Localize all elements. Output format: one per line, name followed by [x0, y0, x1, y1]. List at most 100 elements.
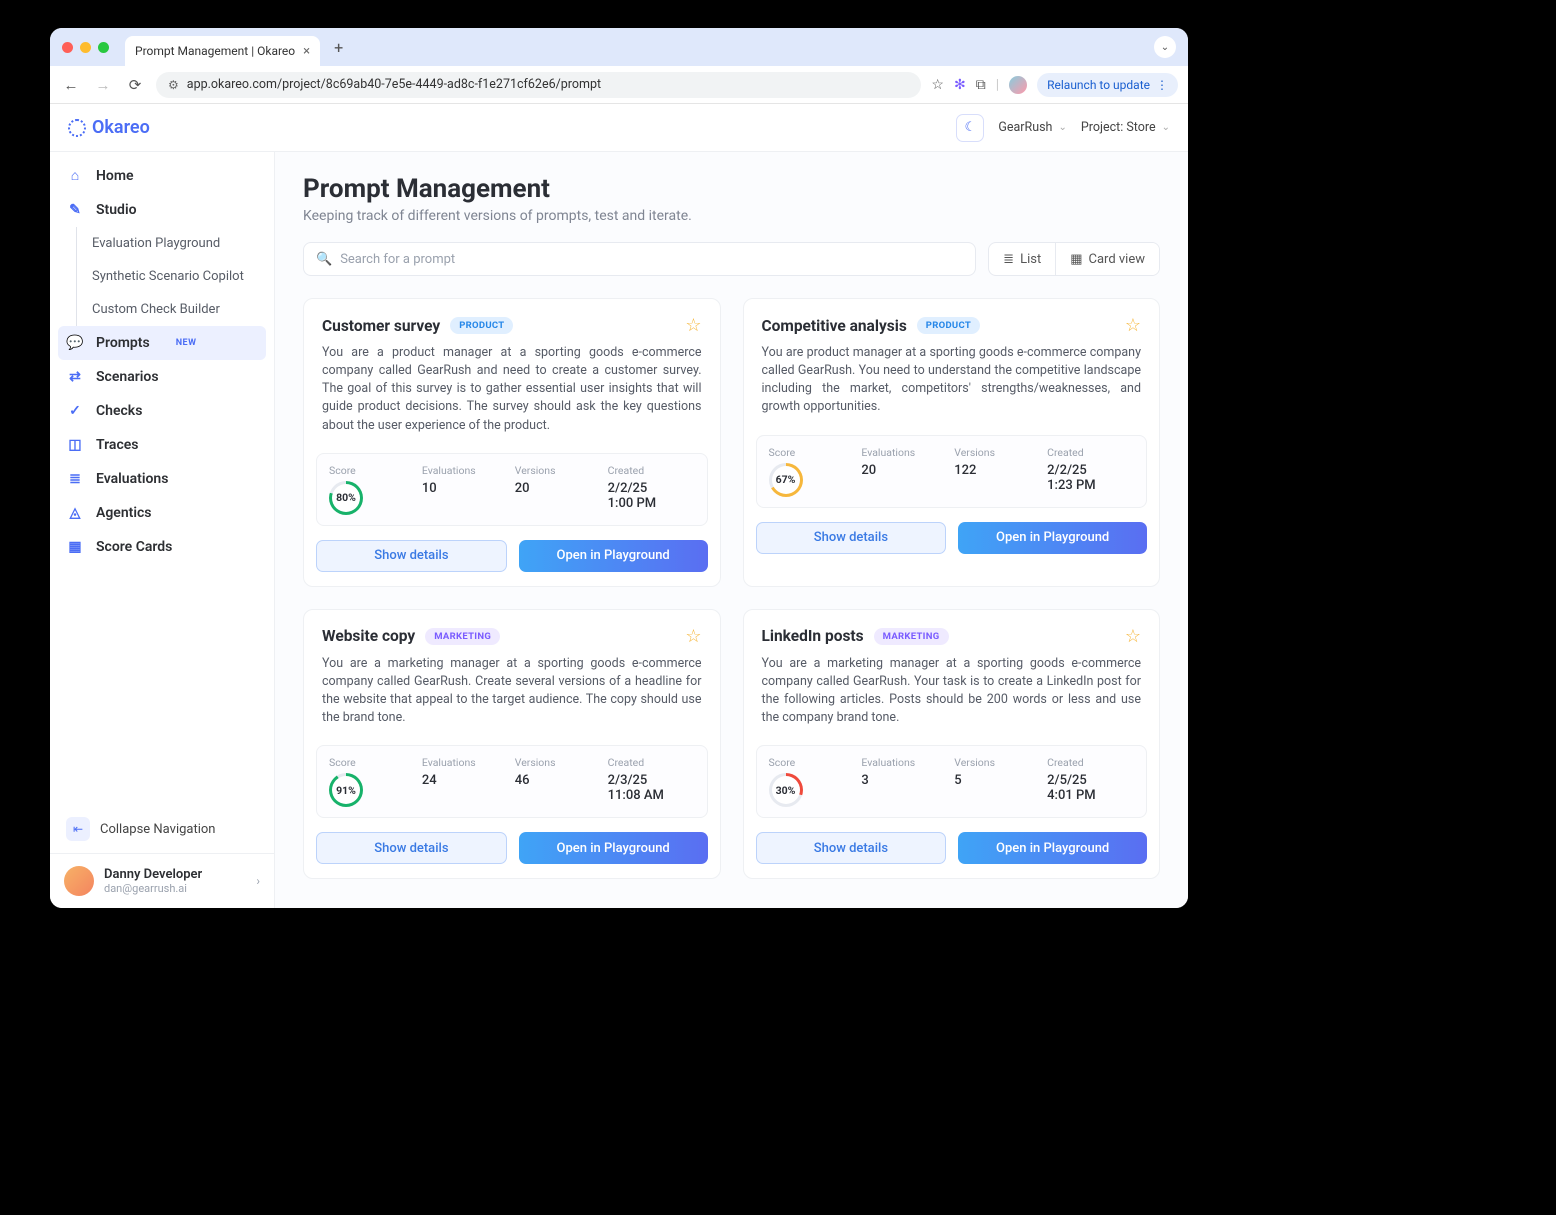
stat-label: Score: [769, 446, 856, 459]
maximize-window-button[interactable]: [98, 42, 109, 53]
open-playground-button[interactable]: Open in Playground: [519, 832, 708, 864]
avatar: [64, 866, 94, 896]
sidebar-item-agentics[interactable]: ◬ Agentics: [50, 496, 274, 530]
collapse-icon: ⇤: [66, 817, 90, 841]
stat-score: Score 30%: [769, 756, 856, 807]
stat-value-time: 1:00 PM: [608, 496, 695, 511]
stat-value: 3: [861, 773, 948, 788]
extension-icon[interactable]: ✻: [954, 77, 966, 93]
sidebar: ⌂ Home ✎ Studio Evaluation Playground Sy…: [50, 152, 275, 908]
relaunch-label: Relaunch to update: [1047, 78, 1150, 92]
card-view-button[interactable]: ▦ Card view: [1055, 243, 1159, 275]
card-stats: Score 30% Evaluations 3 Versions 5 Creat…: [756, 745, 1148, 818]
stat-evaluations: Evaluations 10: [422, 464, 509, 515]
score-ring: 91%: [329, 773, 363, 807]
stat-value: 20: [515, 481, 602, 496]
sidebar-item-evaluations[interactable]: ≣ Evaluations: [50, 462, 274, 496]
chevron-right-icon: ›: [256, 874, 260, 888]
stat-label: Created: [1047, 756, 1134, 769]
stat-value: 10: [422, 481, 509, 496]
chevron-down-icon: ⌄: [1058, 122, 1066, 133]
show-details-button[interactable]: Show details: [756, 832, 947, 864]
sidebar-item-checks[interactable]: ✓ Checks: [50, 394, 274, 428]
sidebar-item-check-builder[interactable]: Custom Check Builder: [50, 293, 274, 326]
user-info: Danny Developer dan@gearrush.ai: [104, 867, 202, 895]
sidebar-item-label: Checks: [96, 403, 142, 419]
stat-evaluations: Evaluations 24: [422, 756, 509, 807]
sidebar-item-studio[interactable]: ✎ Studio: [50, 193, 274, 227]
site-settings-icon[interactable]: ⚙: [168, 78, 179, 92]
url-text: app.okareo.com/project/8c69ab40-7e5e-444…: [187, 77, 601, 92]
sidebar-item-prompts[interactable]: 💬 Prompts NEW: [58, 326, 266, 360]
favorite-star-icon[interactable]: ☆: [685, 626, 701, 647]
sidebar-item-home[interactable]: ⌂ Home: [50, 158, 274, 193]
main-content: Prompt Management Keeping track of diffe…: [275, 152, 1188, 908]
forward-button[interactable]: →: [92, 76, 114, 94]
score-ring: 80%: [329, 481, 363, 515]
browser-tab[interactable]: Prompt Management | Okareo ×: [125, 36, 320, 66]
collapse-nav-button[interactable]: ⇤ Collapse Navigation: [50, 805, 274, 853]
stat-value-time: 1:23 PM: [1047, 478, 1134, 493]
favorite-star-icon[interactable]: ☆: [1125, 626, 1141, 647]
stat-created: Created 2/3/25 11:08 AM: [608, 756, 695, 807]
sidebar-item-scenarios[interactable]: ⇄ Scenarios: [50, 360, 274, 394]
reload-button[interactable]: ⟳: [124, 76, 146, 94]
list-view-button[interactable]: ≣ List: [989, 243, 1055, 275]
new-tab-button[interactable]: +: [328, 38, 349, 57]
sidebar-item-label: Prompts: [96, 335, 150, 351]
open-playground-button[interactable]: Open in Playground: [958, 832, 1147, 864]
project-selector[interactable]: Project: Store ⌄: [1081, 120, 1170, 135]
sidebar-nav: ⌂ Home ✎ Studio Evaluation Playground Sy…: [50, 152, 274, 805]
card-header: LinkedIn posts MARKETING ☆: [744, 610, 1160, 655]
sidebar-item-eval-playground[interactable]: Evaluation Playground: [50, 227, 274, 260]
prompt-card: Customer survey PRODUCT ☆ You are a prod…: [303, 298, 721, 587]
score-value: 67%: [776, 473, 796, 486]
show-details-button[interactable]: Show details: [316, 540, 507, 572]
moon-icon: ☾: [965, 120, 977, 135]
stat-label: Evaluations: [422, 464, 509, 477]
search-input[interactable]: 🔍 Search for a prompt: [303, 242, 976, 276]
controls-row: 🔍 Search for a prompt ≣ List ▦ Card view: [303, 242, 1160, 276]
close-window-button[interactable]: [62, 42, 73, 53]
stat-value: 2/5/25: [1047, 773, 1134, 788]
collapse-label: Collapse Navigation: [100, 822, 215, 837]
sidebar-item-scorecards[interactable]: ▦ Score Cards: [50, 530, 274, 564]
card-title: Customer survey: [322, 317, 440, 335]
show-details-button[interactable]: Show details: [316, 832, 507, 864]
brand-logo[interactable]: Okareo: [68, 117, 150, 138]
category-tag: PRODUCT: [917, 317, 980, 334]
back-button[interactable]: ←: [60, 76, 82, 94]
open-playground-button[interactable]: Open in Playground: [519, 540, 708, 572]
stat-label: Score: [769, 756, 856, 769]
list-icon: ≣: [66, 471, 84, 487]
favorite-star-icon[interactable]: ☆: [1125, 315, 1141, 336]
card-stats: Score 67% Evaluations 20 Versions 122 Cr…: [756, 435, 1148, 508]
bookmark-star-icon[interactable]: ☆: [931, 77, 944, 93]
sidebar-item-synthetic-copilot[interactable]: Synthetic Scenario Copilot: [50, 260, 274, 293]
extensions-puzzle-icon[interactable]: ⧉: [976, 77, 986, 93]
profile-avatar-icon[interactable]: [1009, 76, 1027, 94]
show-details-button[interactable]: Show details: [756, 522, 947, 554]
search-placeholder: Search for a prompt: [340, 252, 455, 267]
relaunch-button[interactable]: Relaunch to update ⋮: [1037, 73, 1178, 97]
open-playground-button[interactable]: Open in Playground: [958, 522, 1147, 554]
org-selector[interactable]: GearRush ⌄: [998, 120, 1067, 135]
stat-versions: Versions 46: [515, 756, 602, 807]
minimize-window-button[interactable]: [80, 42, 91, 53]
more-menu-icon[interactable]: ⋮: [1156, 78, 1168, 92]
sidebar-item-label: Home: [96, 168, 134, 184]
theme-toggle-button[interactable]: ☾: [956, 114, 984, 142]
stat-versions: Versions 20: [515, 464, 602, 515]
tabs-dropdown-icon[interactable]: ⌄: [1154, 36, 1176, 58]
address-bar[interactable]: ⚙ app.okareo.com/project/8c69ab40-7e5e-4…: [156, 72, 921, 98]
sidebar-item-traces[interactable]: ◫ Traces: [50, 428, 274, 462]
tools-icon: ✎: [66, 202, 84, 218]
close-tab-icon[interactable]: ×: [303, 44, 310, 59]
logo-mark-icon: [68, 119, 86, 137]
stat-created: Created 2/2/25 1:00 PM: [608, 464, 695, 515]
user-menu[interactable]: Danny Developer dan@gearrush.ai ›: [50, 853, 274, 908]
stat-value: 20: [861, 463, 948, 478]
stat-label: Versions: [515, 464, 602, 477]
stat-label: Score: [329, 464, 416, 477]
favorite-star-icon[interactable]: ☆: [685, 315, 701, 336]
